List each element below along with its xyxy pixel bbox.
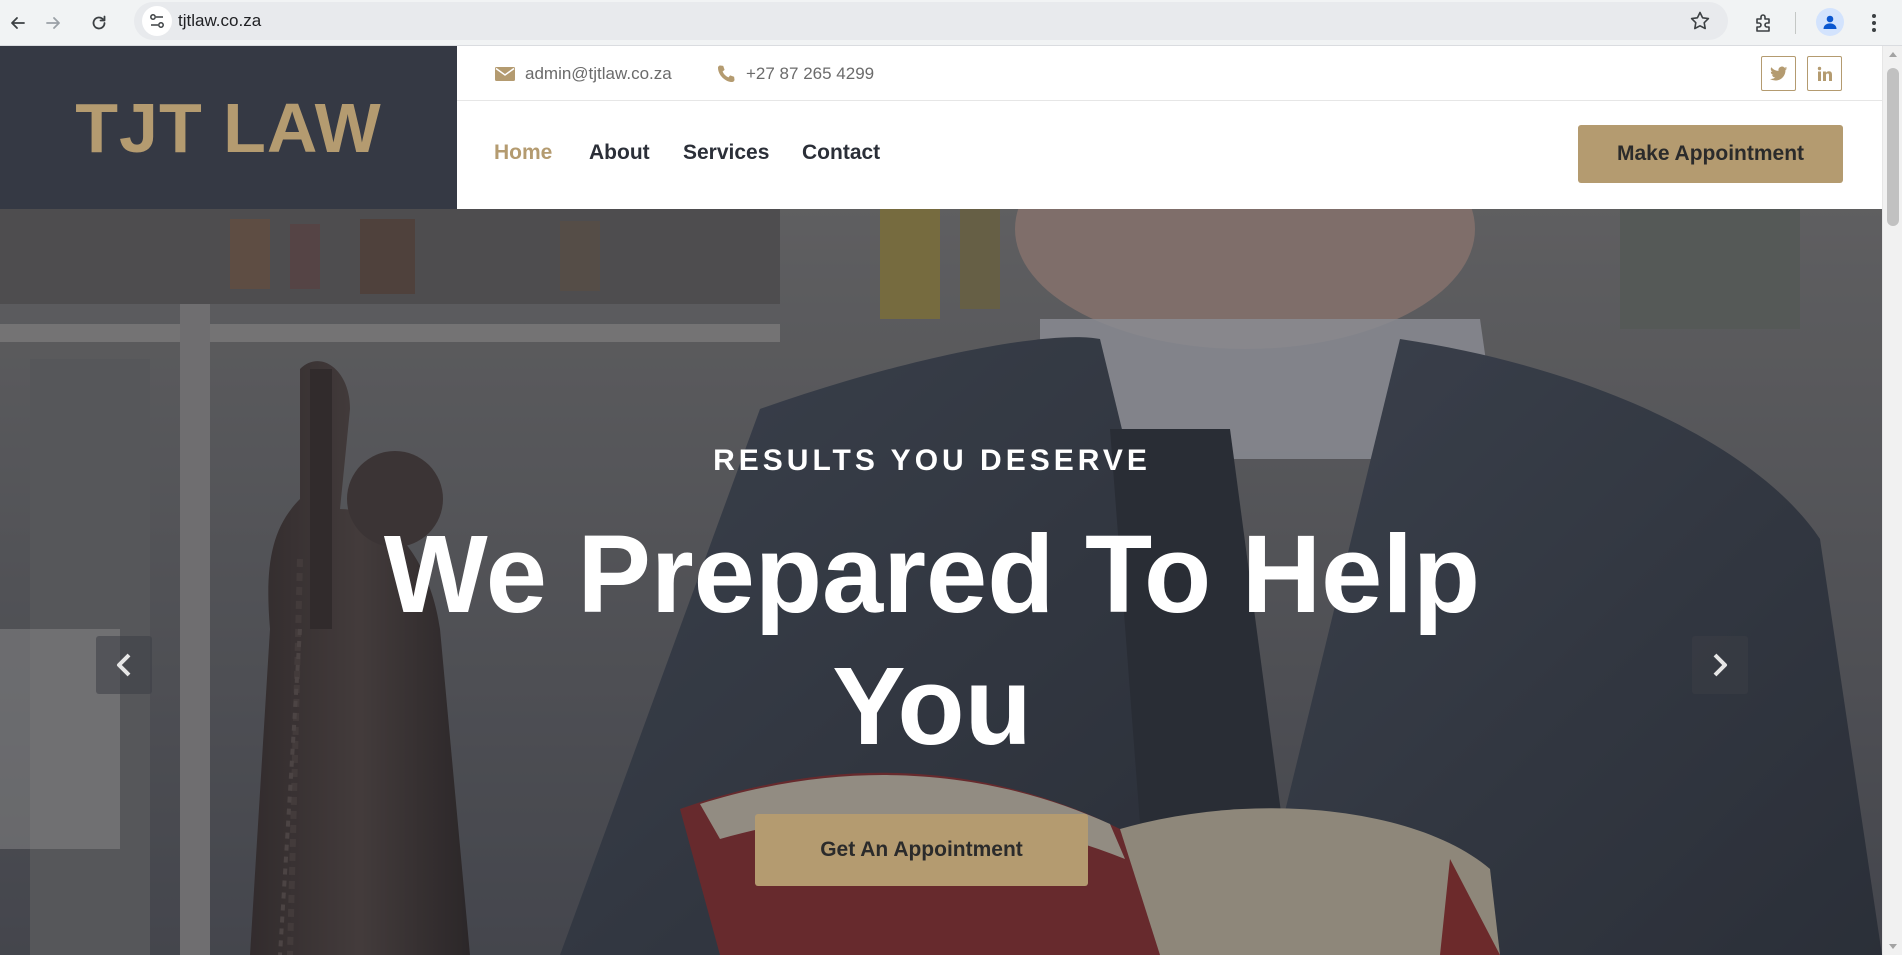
chevron-right-icon: [1713, 653, 1727, 677]
extensions-button[interactable]: [1746, 5, 1782, 41]
forward-button[interactable]: [35, 5, 71, 41]
twitter-icon: [1769, 66, 1787, 81]
address-bar[interactable]: tjtlaw.co.za: [134, 2, 1728, 40]
contact-topbar: admin@tjtlaw.co.za +27 87 265 4299: [457, 46, 1882, 101]
arrow-right-icon: [46, 17, 60, 29]
browser-menu-button[interactable]: [1856, 5, 1892, 41]
profile-button[interactable]: [1812, 4, 1848, 40]
hero-title: We Prepared To Help You: [383, 513, 1481, 768]
scroll-up-arrow-icon[interactable]: [1889, 52, 1897, 57]
nav-contact[interactable]: Contact: [802, 141, 880, 165]
nav-home[interactable]: Home: [494, 141, 552, 165]
linkedin-button[interactable]: [1807, 56, 1842, 91]
browser-toolbar: tjtlaw.co.za: [0, 0, 1902, 46]
hero-content: RESULTS YOU DESERVE We Prepared To Help …: [0, 209, 1864, 955]
hero-kicker: RESULTS YOU DESERVE: [713, 444, 1151, 477]
reload-button[interactable]: [81, 5, 117, 41]
more-vertical-icon: [1872, 14, 1876, 32]
phone-text[interactable]: +27 87 265 4299: [746, 64, 874, 84]
puzzle-icon: [1756, 14, 1770, 32]
star-icon[interactable]: [1688, 9, 1712, 33]
scroll-thumb[interactable]: [1887, 68, 1899, 226]
nav-services[interactable]: Services: [683, 141, 769, 165]
site-info-button[interactable]: [142, 6, 172, 36]
toolbar-divider: [1795, 12, 1796, 34]
envelope-icon: [495, 66, 515, 81]
site-logo[interactable]: TJT LAW: [75, 88, 381, 168]
phone-contact[interactable]: +27 87 265 4299: [716, 46, 874, 101]
back-button[interactable]: [0, 5, 36, 41]
hero-slider: RESULTS YOU DESERVE We Prepared To Help …: [0, 209, 1882, 955]
phone-icon: [718, 65, 735, 82]
logo-panel[interactable]: TJT LAW: [0, 46, 457, 209]
make-appointment-button[interactable]: Make Appointment: [1578, 125, 1843, 183]
email-contact[interactable]: admin@tjtlaw.co.za: [495, 46, 672, 101]
carousel-next-button[interactable]: [1692, 636, 1748, 694]
scroll-down-arrow-icon[interactable]: [1889, 944, 1897, 949]
main-navbar: Home About Services Contact Make Appoint…: [457, 101, 1882, 209]
person-icon: [1823, 15, 1837, 29]
twitter-button[interactable]: [1761, 56, 1796, 91]
email-text[interactable]: admin@tjtlaw.co.za: [525, 64, 672, 84]
get-appointment-button[interactable]: Get An Appointment: [755, 814, 1088, 886]
page-viewport: TJT LAW admin@tjtlaw.co.za +27 87 265 42…: [0, 46, 1882, 955]
url-text[interactable]: tjtlaw.co.za: [178, 11, 261, 31]
nav-about[interactable]: About: [589, 141, 650, 165]
page-scrollbar[interactable]: [1882, 46, 1902, 955]
tune-icon: [150, 14, 164, 28]
reload-icon: [92, 15, 106, 30]
chevron-left-icon: [117, 653, 131, 677]
carousel-prev-button[interactable]: [96, 636, 152, 694]
arrow-left-icon: [11, 17, 25, 29]
linkedin-icon: [1817, 66, 1832, 81]
